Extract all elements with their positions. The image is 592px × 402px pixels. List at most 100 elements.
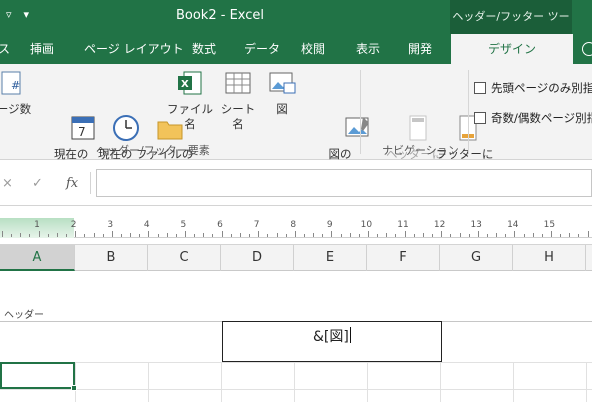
tab-data[interactable]: データ xyxy=(244,34,280,64)
column-header-b[interactable]: B xyxy=(75,245,148,271)
odd-even-different-option[interactable]: 奇数/偶数ページ別指 xyxy=(474,110,592,126)
format-picture-icon xyxy=(314,98,370,137)
ruler-number: 14 xyxy=(507,220,519,230)
ruler-tick xyxy=(29,234,31,237)
ruler-tick xyxy=(404,231,406,237)
first-page-checkbox[interactable] xyxy=(474,82,486,94)
tab-insert-partial[interactable]: ス xyxy=(0,34,12,64)
page-count-icon: # xyxy=(0,68,29,98)
ruler-tick xyxy=(185,231,186,237)
ruler-tick xyxy=(477,231,479,237)
grid-line xyxy=(440,362,441,402)
grid-line xyxy=(148,362,149,402)
insert-function-icon[interactable]: fx xyxy=(66,176,78,191)
grid-line xyxy=(75,362,76,402)
ruler-tick xyxy=(38,231,40,237)
ruler-number: 2 xyxy=(70,220,77,230)
active-cell-a1[interactable] xyxy=(0,362,77,391)
odd-even-label: 奇数/偶数ページ別指 xyxy=(491,111,592,125)
first-page-different-option[interactable]: 先頭ページのみ別指 xyxy=(474,80,592,96)
first-page-label: 先頭ページのみ別指 xyxy=(491,81,592,95)
sheet-name-label: シート名 xyxy=(220,102,256,131)
column-header-c[interactable]: C xyxy=(148,245,221,271)
ribbon-tabs: ス 挿画 ページ レイアウト 数式 データ 校閲 表示 開発 デザイン xyxy=(0,34,592,64)
grid-line xyxy=(513,362,514,402)
ruler-tick xyxy=(2,231,3,237)
page-count-button[interactable]: # ージ数 xyxy=(0,68,34,117)
excel-window: ▿ ▾ Book2 - Excel ヘッダー/フッター ツール ス 挿画 ページ… xyxy=(0,0,592,402)
svg-text:X: X xyxy=(181,79,189,90)
ruler-tick xyxy=(157,234,159,237)
ruler-tick xyxy=(541,234,543,237)
ruler-number: 13 xyxy=(470,220,482,230)
ruler-tick xyxy=(441,231,443,237)
formula-input[interactable] xyxy=(96,169,592,197)
sheet-grid-icon xyxy=(223,68,253,98)
column-header-g[interactable]: G xyxy=(440,245,513,271)
ruler-tick xyxy=(395,234,397,237)
tab-draw[interactable]: 挿画 xyxy=(30,34,54,64)
header-center-section[interactable]: &[図] xyxy=(222,321,442,362)
sheet-name-button[interactable]: シート名 xyxy=(216,68,260,132)
ruler-tick xyxy=(532,233,534,237)
ruler-tick xyxy=(75,231,77,237)
column-header-e[interactable]: E xyxy=(294,245,367,271)
enter-icon[interactable]: ✓ xyxy=(32,176,43,191)
ruler-tick xyxy=(459,233,461,237)
ruler-tick xyxy=(523,234,525,237)
tell-me-lightbulb-icon[interactable] xyxy=(582,42,592,56)
ruler-tick xyxy=(349,233,351,237)
file-name-button[interactable]: X ファイル名 xyxy=(164,68,216,132)
header-section-label: ヘッダー xyxy=(4,310,44,321)
ruler-tick xyxy=(303,234,305,237)
picture-button[interactable]: 図 xyxy=(264,68,300,117)
cancel-icon[interactable]: × xyxy=(2,176,13,191)
ribbon-design: # ージ数 7 現在の 日付 現在の 時刻 ファイルの パス X xyxy=(0,64,592,176)
grid-line xyxy=(367,362,368,402)
column-header-f[interactable]: F xyxy=(367,245,440,271)
ruler-tick xyxy=(212,234,214,237)
ruler-tick xyxy=(276,233,278,237)
ruler-number: 8 xyxy=(290,220,297,230)
column-headers: A B C D E F G H xyxy=(0,244,592,271)
tab-formulas[interactable]: 数式 xyxy=(192,34,216,64)
ruler-tick xyxy=(267,234,269,237)
column-header-a[interactable]: A xyxy=(0,245,75,271)
tab-developer[interactable]: 開発 xyxy=(408,34,432,64)
ruler-tick xyxy=(368,231,369,237)
ruler-tick xyxy=(587,231,589,237)
ruler-tick xyxy=(203,233,205,237)
ruler-tick xyxy=(551,231,552,237)
ruler-number: 6 xyxy=(217,220,223,230)
ribbon-separator xyxy=(360,70,361,154)
group-label-navigation: ナビゲーション xyxy=(382,144,459,157)
fill-handle[interactable] xyxy=(71,385,77,391)
tab-review[interactable]: 校閲 xyxy=(301,34,325,64)
ruler-tick xyxy=(249,234,251,237)
ruler-tick xyxy=(84,234,86,237)
ruler-number: 7 xyxy=(253,220,260,230)
tab-page-layout[interactable]: ページ レイアウト xyxy=(84,34,184,64)
page-count-label: ージ数 xyxy=(0,102,32,116)
ruler-number: 4 xyxy=(143,220,150,230)
header-code-text: &[図] xyxy=(313,329,349,345)
ruler-tick xyxy=(221,231,223,237)
ruler-tick xyxy=(560,234,562,237)
tab-design[interactable]: デザイン xyxy=(451,34,573,64)
tab-view[interactable]: 表示 xyxy=(356,34,380,64)
odd-even-checkbox[interactable] xyxy=(474,112,486,124)
ruler-tick xyxy=(505,234,507,237)
go-to-footer-icon xyxy=(424,98,477,141)
column-header-d[interactable]: D xyxy=(221,245,294,271)
text-caret xyxy=(349,327,351,343)
group-label-elements: ヘッダー/フッター要素 xyxy=(96,144,210,157)
ruler-number: 9 xyxy=(326,220,333,230)
ruler-tick xyxy=(93,233,95,237)
ruler-tick xyxy=(358,234,360,237)
grid-line xyxy=(0,389,592,390)
ruler-tick xyxy=(230,234,232,237)
ruler-tick xyxy=(578,234,580,237)
title-bar: ▿ ▾ Book2 - Excel ヘッダー/フッター ツール xyxy=(0,0,592,57)
column-header-h[interactable]: H xyxy=(513,245,586,271)
ruler-tick xyxy=(313,233,315,237)
